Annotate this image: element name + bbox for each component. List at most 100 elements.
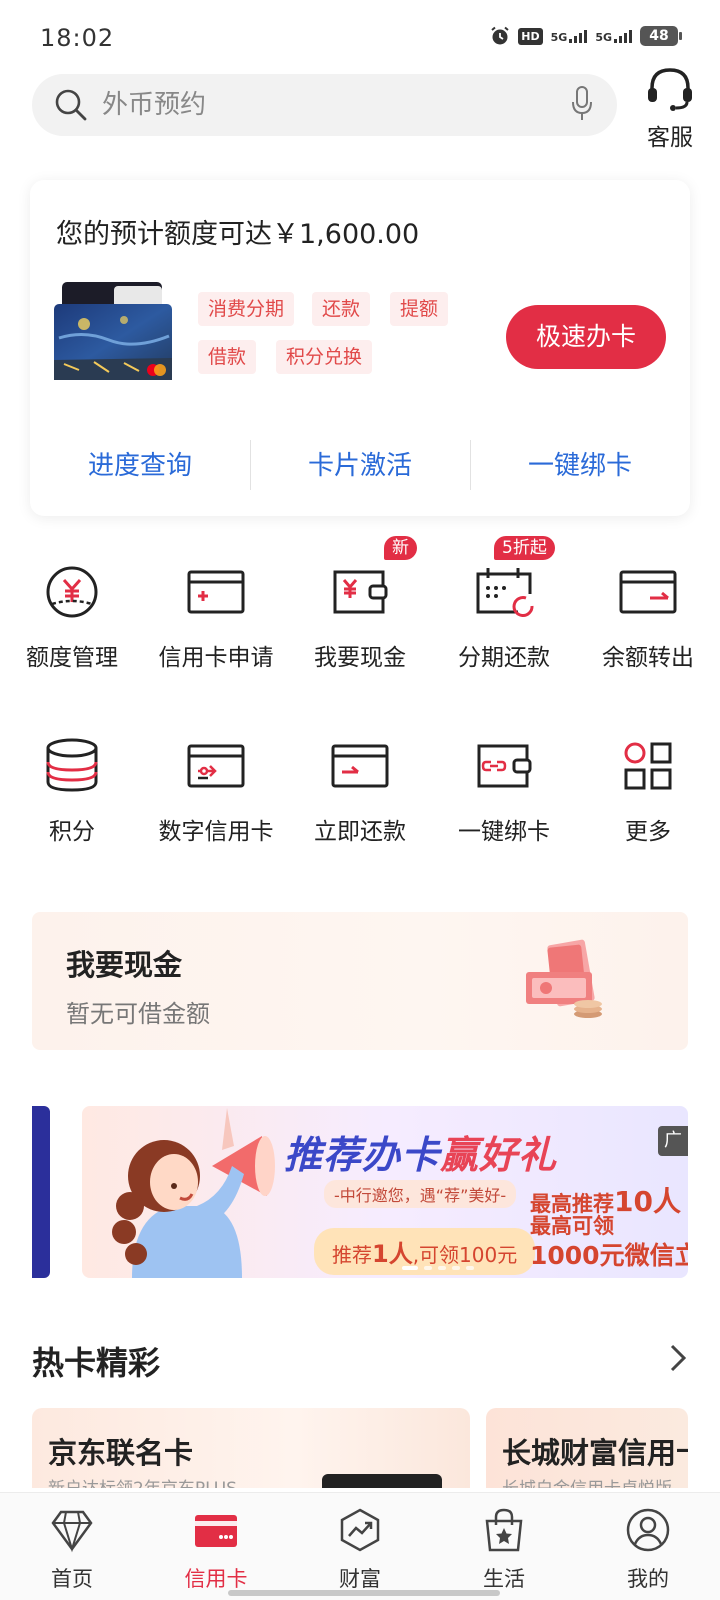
profile-icon	[626, 1508, 670, 1552]
tag-installment[interactable]: 消费分期	[198, 292, 295, 326]
grid-item-limit-management[interactable]: 额度管理	[0, 560, 144, 672]
credit-card-panel: 您的预计额度可达￥1,600.00 消费分期 还款 提额 借款 积分兑换 极速办…	[30, 180, 690, 516]
grid-label: 分期还款	[458, 645, 550, 671]
search-bar[interactable]	[32, 74, 617, 136]
hot-card-jd[interactable]: 京东联名卡 新户达标领2年京东PLUS	[32, 1408, 470, 1488]
hot-card-name: 长城财富信用卡	[502, 1436, 688, 1470]
banner-subtitle: -中行邀您，遇“荐”美好-	[324, 1180, 517, 1208]
tab-label: 信用卡	[184, 1567, 248, 1591]
tab-life[interactable]: 生活	[432, 1493, 576, 1600]
headset-icon	[648, 68, 692, 111]
tab-mine[interactable]: 我的	[576, 1493, 720, 1600]
tab-label: 财富	[339, 1567, 381, 1591]
grid-item-bind-card[interactable]: 一键绑卡	[432, 734, 576, 846]
home-indicator[interactable]	[228, 1590, 500, 1596]
card-repay-icon	[331, 744, 389, 788]
card-transfer-icon	[619, 570, 677, 614]
tag-repay[interactable]: 还款	[312, 292, 371, 326]
grid-item-repay-now[interactable]: 立即还款	[288, 734, 432, 846]
card-link-icon	[477, 744, 532, 788]
grid-label: 数字信用卡	[158, 819, 274, 845]
calendar-installment-icon	[476, 568, 534, 617]
card-quick-links: 进度查询 卡片激活 一键绑卡	[30, 438, 690, 494]
search-icon	[55, 89, 87, 121]
banner-pagination	[402, 1266, 474, 1270]
tag-loan[interactable]: 借款	[198, 340, 257, 374]
bind-card-link[interactable]: 一键绑卡	[470, 438, 690, 494]
shopping-bag-icon	[485, 1508, 523, 1552]
grid-label: 立即还款	[314, 819, 406, 845]
referral-banner[interactable]: 推荐办卡赢好礼 -中行邀您，遇“荐”美好- 推荐1人,可领100元 最高推荐10…	[82, 1106, 688, 1278]
function-grid-row-1: 额度管理 信用卡申请 新 我要现金 5折起 分期还款 余额转出	[0, 536, 720, 672]
grid-label: 积分	[49, 819, 95, 845]
status-time: 18:02	[40, 24, 115, 52]
grid-label: 更多	[625, 819, 671, 845]
signal-icon: 5G	[551, 29, 588, 43]
ad-badge: 广	[658, 1126, 688, 1156]
hot-card-desc: 长城白金信用卡卓悦版	[502, 1474, 672, 1488]
banner-prev-slide[interactable]	[32, 1106, 50, 1278]
wallet-yuan-icon	[333, 570, 388, 614]
grid-label: 额度管理	[26, 645, 118, 671]
signal-icon: 5G	[595, 29, 632, 43]
grid-label: 信用卡申请	[158, 645, 274, 671]
tab-credit-card[interactable]: 信用卡	[144, 1493, 288, 1600]
cash-section[interactable]: 我要现金 暂无可借金额	[32, 912, 688, 1050]
tag-raise-limit[interactable]: 提额	[390, 292, 449, 326]
grid-label: 我要现金	[314, 645, 406, 671]
grid-item-balance-transfer[interactable]: 余额转出	[576, 560, 720, 672]
progress-query-link[interactable]: 进度查询	[30, 438, 250, 494]
hot-card-name: 京东联名卡	[48, 1436, 194, 1470]
tab-home[interactable]: 首页	[0, 1493, 144, 1600]
grid-item-cash[interactable]: 新 我要现金	[288, 536, 432, 672]
more-grid-icon	[624, 742, 672, 790]
card-plus-icon	[187, 570, 245, 614]
alarm-icon	[491, 26, 509, 45]
card-preview-image	[322, 1474, 442, 1488]
hot-cards-title: 热卡精彩	[32, 1344, 161, 1382]
diamond-icon	[51, 1510, 93, 1553]
banner-max-reward: 1000元微信立减金	[530, 1241, 688, 1270]
banner-title: 推荐办卡赢好礼	[284, 1133, 558, 1177]
girl-megaphone-illustration	[112, 1108, 275, 1278]
hd-icon: HD	[518, 27, 543, 45]
customer-service-label: 客服	[647, 125, 693, 151]
tab-label: 我的	[627, 1567, 669, 1591]
tab-label: 首页	[51, 1567, 93, 1591]
cash-title: 我要现金	[66, 948, 183, 982]
tag-points-redeem[interactable]: 积分兑换	[276, 340, 373, 374]
credit-card-image	[54, 282, 172, 380]
money-stack-icon	[526, 939, 602, 1018]
status-icons: HD 5G 5G 48	[490, 26, 682, 46]
search-input[interactable]	[102, 84, 542, 126]
credit-limit-text: 您的预计额度可达￥1,600.00	[56, 219, 420, 250]
grid-label: 余额转出	[602, 645, 694, 671]
card-activation-link[interactable]: 卡片激活	[250, 438, 470, 494]
new-badge: 新	[384, 536, 417, 560]
yuan-circle-icon	[46, 566, 98, 618]
microphone-icon[interactable]	[571, 86, 593, 122]
status-bar: 18:02 HD 5G 5G 48	[0, 0, 720, 70]
customer-service-button[interactable]: 客服	[634, 66, 706, 152]
grid-item-points[interactable]: 积分	[0, 734, 144, 846]
cash-subtitle: 暂无可借金额	[66, 1000, 210, 1028]
discount-badge: 5折起	[494, 536, 555, 560]
quick-apply-button[interactable]: 极速办卡	[506, 305, 666, 369]
grid-item-digital-card[interactable]: 数字信用卡	[144, 734, 288, 846]
tab-label: 生活	[483, 1567, 525, 1591]
points-stack-icon	[46, 738, 98, 792]
wealth-chart-icon	[340, 1508, 380, 1552]
battery-icon: 48	[640, 26, 682, 46]
grid-item-installment[interactable]: 5折起 分期还款	[432, 536, 576, 672]
hot-card-great-wall[interactable]: 长城财富信用卡 长城白金信用卡卓悦版	[486, 1408, 688, 1488]
digital-card-icon	[187, 744, 245, 788]
grid-label: 一键绑卡	[458, 819, 550, 845]
hot-card-desc: 新户达标领2年京东PLUS	[48, 1474, 237, 1488]
function-grid-row-2: 积分 数字信用卡 立即还款 一键绑卡 更多	[0, 734, 720, 846]
grid-item-card-apply[interactable]: 信用卡申请	[144, 560, 288, 672]
tab-wealth[interactable]: 财富	[288, 1493, 432, 1600]
grid-item-more[interactable]: 更多	[576, 734, 720, 846]
bottom-tab-bar: 首页 信用卡 财富 生活 我的	[0, 1492, 720, 1600]
chevron-right-icon[interactable]	[670, 1344, 686, 1372]
credit-card-icon	[195, 1515, 237, 1547]
